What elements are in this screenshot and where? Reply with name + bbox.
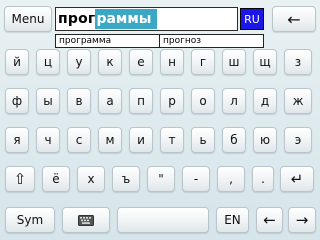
keyboard-icon <box>78 214 94 226</box>
key[interactable]: ч <box>36 127 60 153</box>
key[interactable]: г <box>191 49 215 75</box>
key[interactable]: ю <box>253 127 277 153</box>
left-arrow-key[interactable]: ← <box>256 207 283 233</box>
key[interactable]: ё <box>42 166 70 192</box>
key[interactable]: е <box>129 49 153 75</box>
typed-text: прог <box>58 11 96 27</box>
key[interactable]: д <box>253 88 277 114</box>
key[interactable]: о <box>191 88 215 114</box>
key[interactable]: н <box>160 49 184 75</box>
key[interactable]: ц <box>36 49 60 75</box>
key[interactable]: а <box>98 88 122 114</box>
right-arrow-key[interactable]: → <box>288 207 316 233</box>
text-input[interactable]: прог раммы <box>55 7 238 31</box>
key[interactable]: э <box>284 127 312 153</box>
key[interactable]: ь <box>191 127 215 153</box>
backspace-button[interactable]: ← <box>272 6 316 32</box>
key[interactable]: б <box>222 127 246 153</box>
key[interactable]: л <box>222 88 246 114</box>
suggestion-bar: программа прогноз <box>55 34 264 48</box>
language-switch-key[interactable]: EN <box>216 207 249 233</box>
space-key[interactable] <box>117 207 209 233</box>
suggestion-item[interactable]: прогноз <box>159 35 263 47</box>
autocomplete-highlight: раммы <box>95 9 158 29</box>
keyboard-toggle-key[interactable] <box>62 207 110 233</box>
menu-button[interactable]: Menu <box>4 6 52 32</box>
key[interactable]: с <box>67 127 91 153</box>
key[interactable]: п <box>129 88 153 114</box>
key[interactable]: . <box>252 166 274 192</box>
sym-key[interactable]: Sym <box>5 207 55 233</box>
key[interactable]: у <box>67 49 91 75</box>
suggestion-item[interactable]: программа <box>56 35 159 47</box>
key[interactable]: р <box>160 88 184 114</box>
key[interactable]: т <box>160 127 184 153</box>
key[interactable]: и <box>129 127 153 153</box>
key[interactable]: ы <box>36 88 60 114</box>
key[interactable]: " <box>147 166 175 192</box>
key[interactable]: щ <box>253 49 277 75</box>
key[interactable]: я <box>5 127 29 153</box>
language-indicator[interactable]: RU <box>240 8 264 30</box>
key[interactable]: ш <box>222 49 246 75</box>
key[interactable]: ж <box>284 88 312 114</box>
key[interactable]: - <box>182 166 210 192</box>
enter-key[interactable]: ↵ <box>280 166 314 192</box>
key[interactable]: х <box>77 166 105 192</box>
menu-label: Menu <box>11 12 45 26</box>
key[interactable]: й <box>5 49 29 75</box>
key[interactable]: ъ <box>112 166 140 192</box>
key[interactable]: з <box>284 49 312 75</box>
shift-key[interactable]: ⇧ <box>5 166 35 192</box>
key[interactable]: м <box>98 127 122 153</box>
key[interactable]: , <box>217 166 245 192</box>
key[interactable]: в <box>67 88 91 114</box>
key[interactable]: ф <box>5 88 29 114</box>
key[interactable]: к <box>98 49 122 75</box>
